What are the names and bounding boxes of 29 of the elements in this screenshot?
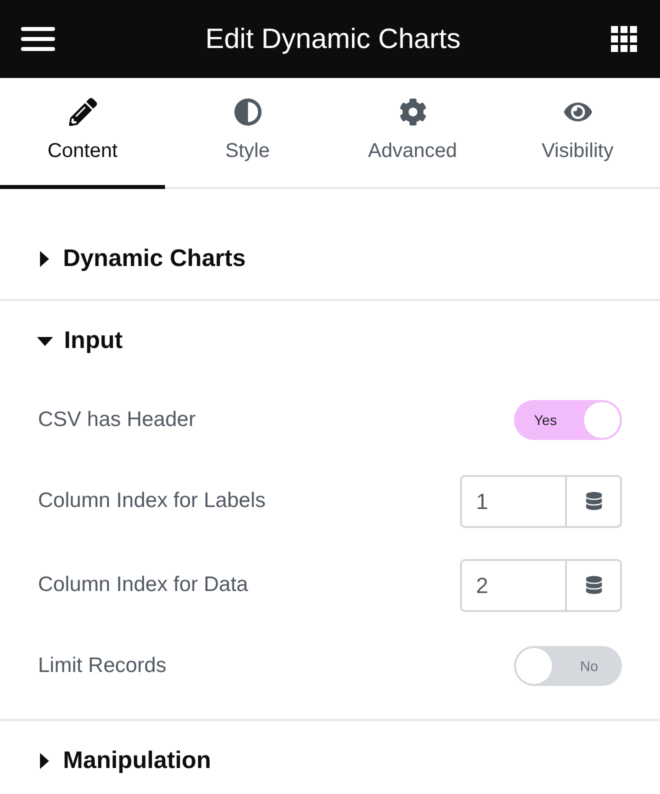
apps-button[interactable] xyxy=(611,25,639,53)
panel-tab[interactable]: Visibility xyxy=(495,78,660,189)
section-header[interactable]: Dynamic Charts xyxy=(0,219,660,299)
menu-icon xyxy=(21,27,55,51)
switch-knob xyxy=(516,648,552,684)
toggle-switch[interactable]: Yes xyxy=(514,400,622,440)
panel-title: Edit Dynamic Charts xyxy=(205,22,461,56)
gear-icon xyxy=(398,98,426,126)
panel-tab[interactable]: Style xyxy=(165,78,330,189)
section-header[interactable]: Manipulation xyxy=(0,721,660,794)
caret-right-icon xyxy=(40,251,49,267)
control-label: Limit Records xyxy=(38,653,166,680)
control-label: CSV has Header xyxy=(38,407,196,434)
caret-down-icon xyxy=(37,336,53,346)
caret-right-icon xyxy=(40,753,49,769)
switch-knob xyxy=(584,402,620,438)
grid-icon xyxy=(611,26,637,52)
switch-text: No xyxy=(580,656,598,676)
switch-text: Yes xyxy=(534,410,557,430)
control-label: Column Index for Labels xyxy=(38,488,266,514)
menu-button[interactable] xyxy=(21,26,55,52)
panel-tab[interactable]: Content xyxy=(0,78,165,189)
pencil-icon xyxy=(68,98,96,126)
database-icon xyxy=(586,576,602,594)
control-label: Column Index for Data xyxy=(38,572,248,598)
contrast-icon xyxy=(234,98,262,126)
database-icon xyxy=(586,492,602,510)
section-header[interactable]: Input xyxy=(0,301,660,381)
panel-tab[interactable]: Advanced xyxy=(330,78,495,189)
